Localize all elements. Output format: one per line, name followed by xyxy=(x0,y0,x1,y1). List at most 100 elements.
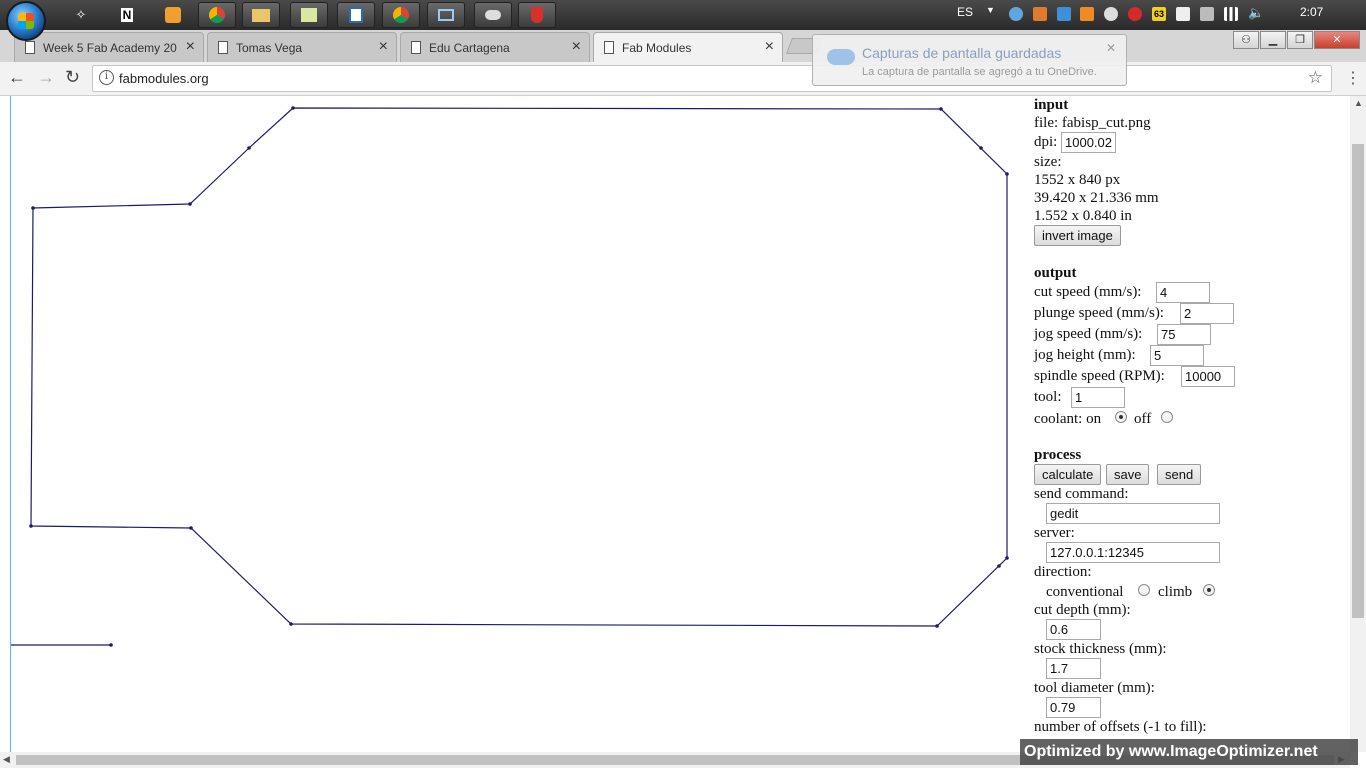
flag-icon[interactable] xyxy=(1176,7,1190,21)
dpi-label: dpi: xyxy=(1034,134,1058,150)
coolant-off-radio[interactable] xyxy=(1161,411,1173,423)
app-icon[interactable] xyxy=(337,2,375,28)
screen: ✧ N ES ▼ 63 🔈 2:07 Week 5 Fab Academy 20… xyxy=(0,0,1366,768)
window-close-button[interactable]: ✕ xyxy=(1314,31,1360,49)
bookmark-star-icon[interactable]: ☆ xyxy=(1308,68,1323,88)
conventional-radio[interactable] xyxy=(1138,584,1150,596)
close-tab-icon[interactable]: × xyxy=(765,38,774,56)
send-button[interactable]: send xyxy=(1157,464,1202,485)
app-red-icon[interactable] xyxy=(518,2,556,28)
cut-depth-label: cut depth (mm): xyxy=(1034,602,1131,618)
server-input[interactable]: 127.0.0.1:12345 xyxy=(1046,542,1220,563)
info-icon[interactable]: i xyxy=(99,70,114,85)
media-icon[interactable]: ✧ xyxy=(62,2,100,28)
files-icon[interactable] xyxy=(290,2,328,28)
tray-app-icon[interactable] xyxy=(1033,7,1047,21)
window-icon[interactable] xyxy=(427,2,465,28)
close-tab-icon[interactable]: × xyxy=(186,38,195,56)
offsets-label: number of offsets (-1 to fill): xyxy=(1034,719,1207,735)
toolpath-node xyxy=(109,643,113,647)
toolpath-node xyxy=(979,146,983,150)
scroll-left-icon[interactable]: ◀ xyxy=(3,754,10,765)
jog-speed-input[interactable]: 75 xyxy=(1157,324,1211,345)
chrome-icon[interactable] xyxy=(198,2,236,28)
back-icon[interactable]: ← xyxy=(8,67,26,88)
toolpath-node xyxy=(1005,556,1009,560)
page-icon xyxy=(25,41,35,54)
cloud-icon xyxy=(827,49,855,65)
coolant-off-label: off xyxy=(1134,411,1152,427)
toolpath-node xyxy=(31,206,35,210)
output-heading: output xyxy=(1034,265,1077,281)
language-indicator[interactable]: ES xyxy=(957,5,973,19)
tab-edu-cartagena[interactable]: Edu Cartagena × xyxy=(400,32,590,62)
gimp-icon[interactable] xyxy=(474,2,512,28)
notepad-icon[interactable]: N xyxy=(108,2,146,28)
close-tab-icon[interactable]: × xyxy=(572,38,581,56)
reload-icon[interactable]: ↻ xyxy=(65,67,80,88)
chrome-icon-2[interactable] xyxy=(382,2,420,28)
plunge-speed-input[interactable]: 2 xyxy=(1180,303,1234,324)
mega-icon[interactable] xyxy=(1128,7,1142,21)
toolpath-node xyxy=(29,524,33,528)
close-tab-icon[interactable]: × xyxy=(379,38,388,56)
climb-radio[interactable] xyxy=(1203,584,1215,596)
notification-message: La captura de pantalla se agregó a tu On… xyxy=(862,66,1097,78)
user-icon[interactable]: ⚇ xyxy=(1233,31,1259,49)
tab-week5[interactable]: Week 5 Fab Academy 20 × xyxy=(14,32,204,62)
tab-tomas-vega[interactable]: Tomas Vega × xyxy=(207,32,397,62)
url-text[interactable]: fabmodules.org xyxy=(119,71,209,86)
send-command-input[interactable]: gedit xyxy=(1046,503,1220,524)
stock-thickness-label: stock thickness (mm): xyxy=(1034,641,1167,657)
badge-icon[interactable]: 63 xyxy=(1152,7,1166,21)
signal-icon[interactable] xyxy=(1224,7,1238,21)
close-notification-icon[interactable]: ✕ xyxy=(1106,41,1116,55)
dropbox-icon[interactable] xyxy=(1057,7,1071,21)
spindle-speed-input[interactable]: 10000 xyxy=(1181,366,1235,387)
cut-speed-label: cut speed (mm/s): xyxy=(1034,284,1142,300)
onedrive-icon[interactable] xyxy=(1009,7,1023,21)
tool-input[interactable]: 1 xyxy=(1071,387,1125,408)
vertical-scrollbar[interactable]: ▲ xyxy=(1350,96,1366,752)
minimize-button[interactable]: ▁ xyxy=(1260,31,1286,49)
tool-diameter-input[interactable]: 0.79 xyxy=(1046,697,1101,718)
invert-image-button[interactable]: invert image xyxy=(1034,225,1121,246)
onedrive-notification[interactable]: Capturas de pantalla guardadas La captur… xyxy=(812,34,1127,86)
tab-title: Edu Cartagena xyxy=(429,40,510,55)
toolpath-node xyxy=(247,146,251,150)
forward-icon[interactable]: → xyxy=(37,67,55,88)
page-icon xyxy=(218,41,228,54)
power-icon[interactable] xyxy=(1200,7,1214,21)
menu-icon[interactable]: ⋮ xyxy=(1345,68,1361,88)
browser-toolbar: ← → ↻ i fabmodules.org ☆ ⋮ xyxy=(0,62,1366,96)
toolpath-canvas[interactable] xyxy=(10,96,1025,752)
jog-height-input[interactable]: 5 xyxy=(1150,345,1204,366)
page-icon xyxy=(604,41,614,54)
firefox-icon[interactable] xyxy=(1080,7,1094,21)
scroll-up-icon[interactable]: ▲ xyxy=(1354,98,1363,108)
start-button[interactable] xyxy=(6,1,46,41)
clock[interactable]: 2:07 xyxy=(1300,5,1323,19)
cut-speed-input[interactable]: 4 xyxy=(1156,282,1210,303)
address-bar[interactable]: i fabmodules.org ☆ xyxy=(92,65,1332,92)
page-content: input file: fabisp_cut.png dpi: 1000.02 … xyxy=(0,96,1350,752)
toolpath-node xyxy=(939,107,943,111)
dpi-input[interactable]: 1000.02 xyxy=(1061,132,1116,153)
size-mm: 39.420 x 21.336 mm xyxy=(1034,190,1159,206)
save-button[interactable]: save xyxy=(1106,464,1150,485)
toolpath-node xyxy=(289,622,293,626)
player-icon[interactable] xyxy=(154,2,192,28)
scroll-thumb[interactable] xyxy=(1352,144,1364,618)
size-label: size: xyxy=(1034,154,1062,170)
cloud-icon[interactable] xyxy=(1104,7,1118,21)
calculate-button[interactable]: calculate xyxy=(1034,464,1102,485)
explorer-icon[interactable] xyxy=(242,2,280,28)
tab-fab-modules[interactable]: Fab Modules × xyxy=(593,32,783,62)
volume-icon[interactable]: 🔈 xyxy=(1248,5,1264,21)
coolant-on-radio[interactable] xyxy=(1115,411,1127,423)
tray-chevron-icon[interactable]: ▼ xyxy=(986,5,995,15)
maximize-button[interactable]: ❐ xyxy=(1287,31,1313,49)
cut-depth-input[interactable]: 0.6 xyxy=(1046,619,1101,640)
stock-thickness-input[interactable]: 1.7 xyxy=(1046,658,1101,679)
toolpath-node xyxy=(188,202,192,206)
